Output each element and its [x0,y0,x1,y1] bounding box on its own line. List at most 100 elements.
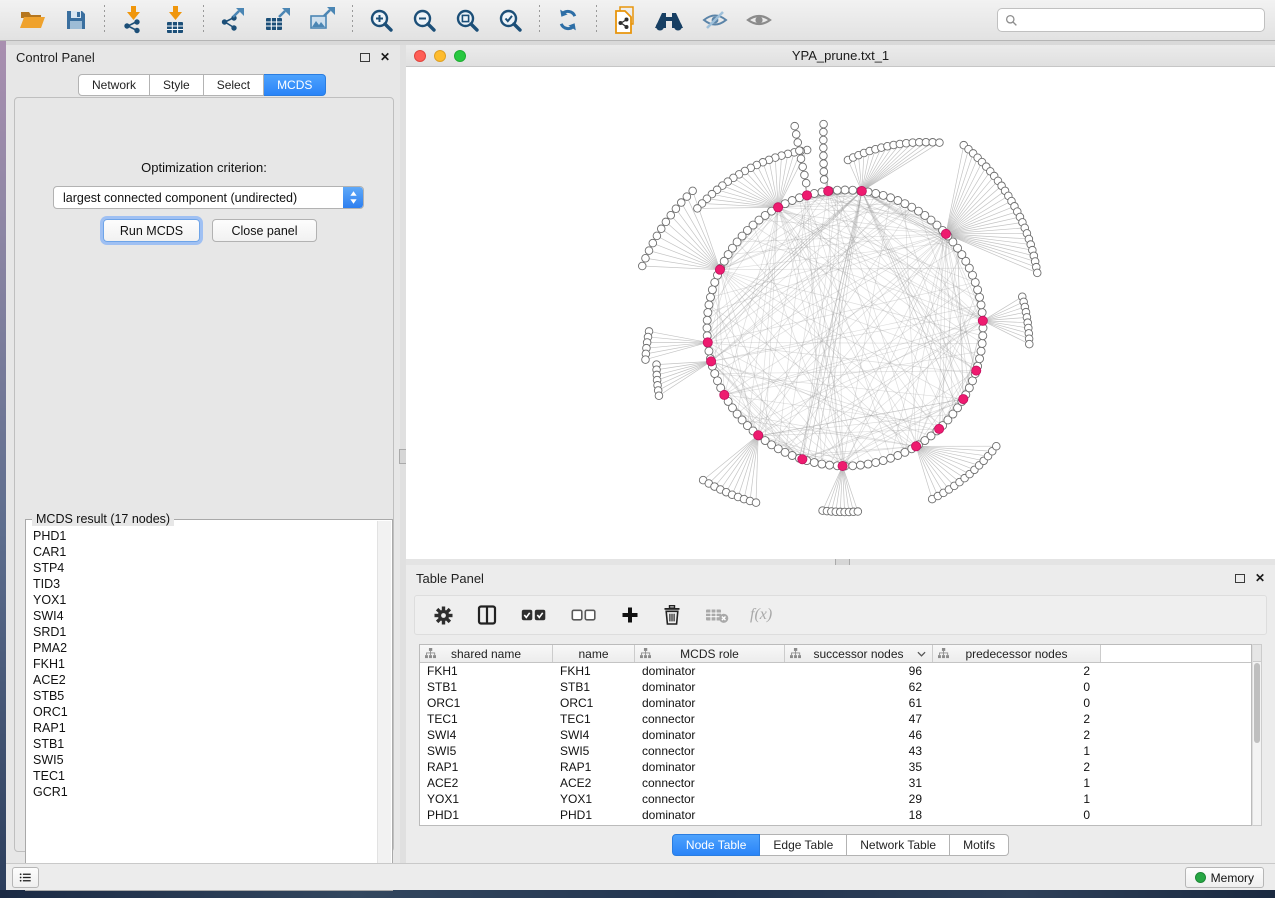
mcds-result-item[interactable]: PMA2 [33,640,377,656]
zoom-in-button[interactable] [363,6,400,35]
search-input[interactable] [1023,12,1257,28]
delete-button[interactable] [657,603,687,627]
select-all-button[interactable] [515,606,553,624]
deselect-all-button[interactable] [565,606,603,624]
table-panel: Table Panel ✕ f(x) shared namenameMCDS r… [406,565,1275,863]
mcds-result-item[interactable]: STB1 [33,736,377,752]
export-table-button[interactable] [258,5,297,35]
open-file-button[interactable] [13,6,52,34]
table-cell: connector [635,743,785,759]
hide-graphics-details-button[interactable] [696,8,734,32]
show-graphics-details-button[interactable] [740,8,778,32]
mcds-result-item[interactable]: SRD1 [33,624,377,640]
mcds-result-item[interactable]: GCR1 [33,784,377,800]
network-window-titlebar[interactable]: YPA_prune.txt_1 [406,45,1275,67]
table-cell: SWI5 [553,743,635,759]
mcds-result-item[interactable]: ACE2 [33,672,377,688]
export-network-button[interactable] [214,5,252,35]
fit-selected-icon [498,8,523,33]
show-columns-button[interactable] [471,603,503,627]
refresh-view-button[interactable] [550,6,586,34]
export-image-icon [309,7,336,33]
close-table-panel-icon[interactable]: ✕ [1255,572,1265,584]
mcds-result-item[interactable]: TEC1 [33,768,377,784]
table-row[interactable]: ACE2ACE2connector311 [420,775,1251,791]
fit-content-button[interactable] [449,6,486,35]
network-document-icon [613,6,636,34]
table-cell: 1 [933,791,1101,807]
mcds-result-item[interactable]: FKH1 [33,656,377,672]
table-cell: 0 [933,695,1101,711]
close-panel-icon[interactable]: ✕ [380,51,390,63]
task-history-button[interactable] [12,867,39,888]
table-cell: STB1 [420,679,553,695]
table-row[interactable]: STB1STB1dominator620 [420,679,1251,695]
table-cell: connector [635,791,785,807]
tab-network[interactable]: Network [78,74,150,96]
add-button[interactable] [615,604,645,626]
float-panel-icon[interactable] [360,53,370,62]
find-button[interactable] [648,7,690,33]
mcds-result-item[interactable]: PHD1 [33,528,377,544]
tab-mcds[interactable]: MCDS [264,74,326,96]
table-cell: 35 [785,759,933,775]
cytoscape-window: Control Panel ✕ NetworkStyleSelectMCDS O… [0,0,1275,898]
control-panel-tabs: NetworkStyleSelectMCDS [78,74,326,96]
delete-table-button[interactable] [699,605,735,626]
mcds-result-item[interactable]: CAR1 [33,544,377,560]
table-row[interactable]: YOX1YOX1connector291 [420,791,1251,807]
mcds-result-item[interactable]: TID3 [33,576,377,592]
table-scrollbar-thumb[interactable] [1254,663,1260,743]
run-mcds-button[interactable]: Run MCDS [103,219,200,242]
mcds-result-item[interactable]: STP4 [33,560,377,576]
save-session-button[interactable] [58,6,94,34]
deselect-all-icon [571,608,597,622]
mcds-result-item[interactable]: STB5 [33,688,377,704]
export-image-button[interactable] [303,5,342,35]
tab-network-table[interactable]: Network Table [847,834,950,856]
table-row[interactable]: TEC1TEC1connector472 [420,711,1251,727]
mcds-result-item[interactable]: SWI4 [33,608,377,624]
table-row[interactable]: FKH1FKH1dominator962 [420,663,1251,679]
import-network-button[interactable] [115,4,151,36]
table-settings-button[interactable] [428,604,459,627]
float-table-panel-icon[interactable] [1235,574,1245,583]
mcds-result-item[interactable]: RAP1 [33,720,377,736]
table-cell: YOX1 [553,791,635,807]
column-header-predecessor-nodes[interactable]: predecessor nodes [933,645,1101,662]
network-canvas[interactable] [406,67,1275,559]
table-scrollbar[interactable] [1252,644,1262,826]
zoom-out-button[interactable] [406,6,443,35]
tab-motifs[interactable]: Motifs [950,834,1009,856]
fit-selected-button[interactable] [492,6,529,35]
table-row[interactable]: SWI5SWI5connector431 [420,743,1251,759]
table-row[interactable]: RAP1RAP1dominator352 [420,759,1251,775]
column-header-MCDS-role[interactable]: MCDS role [635,645,785,662]
import-table-button[interactable] [157,4,193,36]
table-cell: dominator [635,695,785,711]
memory-button[interactable]: Memory [1185,867,1264,888]
new-network-from-selection-button[interactable] [607,4,642,36]
table-row[interactable]: ORC1ORC1dominator610 [420,695,1251,711]
tab-edge-table[interactable]: Edge Table [760,834,847,856]
tab-style[interactable]: Style [150,74,204,96]
mcds-result-item[interactable]: ORC1 [33,704,377,720]
column-header-successor-nodes[interactable]: successor nodes [785,645,933,662]
column-header-name[interactable]: name [553,645,635,662]
open-folder-icon [19,8,46,32]
function-builder-button[interactable]: f(x) [744,606,778,624]
table-row[interactable]: SWI4SWI4dominator462 [420,727,1251,743]
hierarchy-icon [640,648,651,659]
tab-node-table[interactable]: Node Table [672,834,761,856]
mcds-list-scrollbar[interactable] [377,521,391,889]
mcds-result-item[interactable]: YOX1 [33,592,377,608]
table-cell: 0 [933,679,1101,695]
network-window: YPA_prune.txt_1 [406,45,1275,559]
tab-select[interactable]: Select [204,74,264,96]
column-header-shared-name[interactable]: shared name [420,645,553,662]
table-row[interactable]: PHD1PHD1dominator180 [420,807,1251,823]
close-panel-button[interactable]: Close panel [212,219,317,242]
mcds-result-item[interactable]: SWI5 [33,752,377,768]
table-cell: PHD1 [553,807,635,823]
criterion-dropdown[interactable]: largest connected component (undirected) [53,186,364,209]
